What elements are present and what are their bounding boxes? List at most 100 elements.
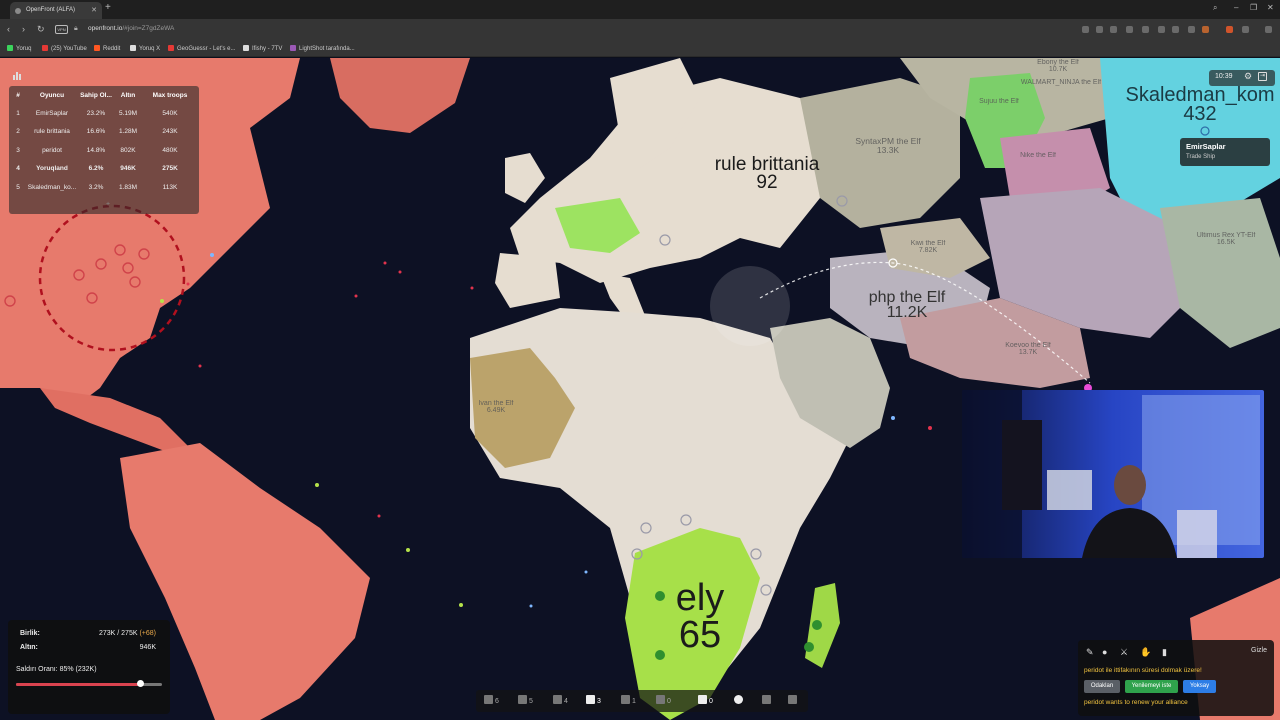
attack-ratio-handle[interactable] — [136, 680, 144, 687]
bookmark-item[interactable]: GeoGuessr - Let's e... — [168, 45, 236, 52]
bookmark-item[interactable]: Yoruq — [7, 45, 31, 52]
streamer-face — [1114, 465, 1146, 505]
extension-icon[interactable] — [1110, 26, 1117, 33]
header-player[interactable]: Oyuncu — [27, 86, 77, 104]
search-tabs-icon[interactable]: ⌕ — [1213, 3, 1217, 13]
profile-avatar-icon[interactable] — [1202, 26, 1209, 33]
map-label-php: php the Elf 11.2K — [840, 289, 974, 320]
rank-cell: 5 — [16, 183, 20, 191]
maximize-icon[interactable]: ❐ — [1250, 3, 1257, 12]
play-icon[interactable] — [1142, 26, 1149, 33]
streamer-webcam — [962, 390, 1264, 558]
download-icon[interactable] — [1172, 26, 1179, 33]
focus-button[interactable]: Odaklan — [1084, 680, 1120, 693]
build-slot-city[interactable]: 6 — [484, 695, 499, 707]
build-slot-atom[interactable] — [734, 695, 745, 707]
hide-events-button[interactable]: Gizle — [1251, 647, 1267, 654]
gold-cell: 802K — [120, 146, 136, 154]
build-slot-missile[interactable]: 1 — [621, 695, 636, 707]
extension-icon[interactable] — [1082, 26, 1089, 33]
city-icon[interactable] — [804, 642, 814, 652]
leaderboard-row[interactable]: 5 Skaledman_ko... 3.2% 1.83M 113K — [9, 178, 199, 197]
reload-icon[interactable]: ↻ — [37, 24, 45, 35]
map-label-name: Ivan the Elf — [478, 400, 514, 407]
url-field[interactable]: openfront.io/#join=Z7gdZeWA — [88, 25, 174, 32]
leaderboard-toggle-icon[interactable] — [12, 70, 22, 80]
exit-game-icon[interactable]: ⇥ — [1258, 72, 1267, 81]
extension-icon[interactable] — [1188, 26, 1195, 33]
build-slot-sam[interactable] — [788, 695, 799, 707]
port-icon — [553, 695, 562, 704]
bookmark-label: Yoruq X — [139, 46, 161, 52]
map-label-ultimus: Ultimus Rex YT-Elf 16.5K — [1196, 232, 1256, 247]
city-icon[interactable] — [812, 620, 822, 630]
browser-tab-bar: OpenFront (ALFA) ✕ + ⌕ – ❐ ✕ — [0, 0, 1280, 19]
vpn-badge[interactable]: VPN — [55, 25, 68, 34]
bookmark-item[interactable]: (25) YouTube — [42, 45, 87, 52]
header-rank[interactable]: # — [9, 86, 27, 104]
close-tab-icon[interactable]: ✕ — [91, 2, 97, 19]
minimize-icon[interactable]: – — [1234, 3, 1238, 12]
header-max-troops[interactable]: Max troops — [141, 86, 199, 104]
build-slot-defense[interactable]: 3 — [586, 695, 601, 707]
back-icon[interactable]: ‹ — [7, 24, 10, 34]
forward-icon[interactable]: › — [22, 24, 25, 34]
troops-value-group: 273K / 275K (+68) — [99, 630, 156, 637]
new-tab-icon[interactable]: + — [105, 2, 111, 13]
tooltip-player: EmirSaplar — [1186, 142, 1226, 151]
request-renewal-button[interactable]: Yenilemeyi iste — [1125, 680, 1178, 693]
header-gold[interactable]: Altın — [115, 86, 141, 104]
game-timer-panel: 10:39 ⚙ ⇥ — [1209, 70, 1275, 86]
build-count: 5 — [529, 698, 533, 705]
bookmark-item[interactable]: Reddit — [94, 45, 120, 52]
menu-icon[interactable] — [1265, 26, 1272, 33]
bookmark-item[interactable]: Ifishy - 7TV — [243, 45, 282, 52]
ignore-button[interactable]: Yoksay — [1183, 680, 1216, 693]
build-slot-warship[interactable]: 0 — [698, 695, 713, 707]
leaderboard-row[interactable]: 2 rule brittania 16.6% 1.28M 243K — [9, 123, 199, 142]
troops-label: Birlik: — [20, 630, 40, 637]
lock-icon[interactable]: 🔒︎ — [74, 25, 78, 33]
close-window-icon[interactable]: ✕ — [1267, 3, 1274, 12]
rank-cell: 3 — [16, 146, 20, 154]
gold-label: Altın: — [20, 644, 38, 651]
bomb-icon[interactable]: ● — [1102, 647, 1107, 657]
bookmark-item[interactable]: Yoruq X — [130, 45, 160, 52]
map-label-name: Nike the Elf — [1020, 152, 1056, 159]
build-slot-factory[interactable]: 5 — [518, 695, 533, 707]
header-owned[interactable]: Sahip Ol... — [77, 86, 115, 104]
sword-icon[interactable]: ⚔ — [1120, 647, 1128, 658]
map-label-walmart: WALMART_NINJA the Elf — [1016, 79, 1106, 86]
build-slot-port[interactable]: 4 — [553, 695, 568, 707]
leaderboard-expand-button[interactable]: + — [106, 201, 110, 208]
bookmark-item[interactable]: LightShot tarafında... — [290, 45, 355, 52]
troops-cell: 243K — [162, 128, 178, 136]
owned-cell: 23.2% — [86, 109, 106, 117]
extension-icon[interactable] — [1126, 26, 1133, 33]
heart-icon[interactable] — [1158, 26, 1165, 33]
leaderboard-row-self[interactable]: 4 Yoruqland 6.2% 946K 275K — [9, 160, 199, 179]
chat-icon[interactable]: ▮ — [1162, 647, 1167, 658]
leaderboard-row[interactable]: 3 peridot 14.8% 802K 480K — [9, 141, 199, 160]
leaderboard-row[interactable]: 1 EmirSaplar 23.2% 5.19M 540K — [9, 104, 199, 123]
attack-ratio-slider[interactable] — [16, 680, 162, 687]
map-label-value: 13.3K — [876, 144, 900, 155]
brave-icon[interactable] — [1226, 26, 1233, 33]
pencil-icon[interactable]: ✎ — [1086, 647, 1094, 658]
game-stage: OpenFront (ALFA) ✕ + ⌕ – ❐ ✕ ‹ › ↻ VPN 🔒… — [0, 0, 1280, 720]
extension-icon[interactable] — [1096, 26, 1103, 33]
map-label-nike: Nike the Elf — [1010, 152, 1066, 159]
player-name-cell: peridot — [42, 146, 62, 154]
handshake-icon[interactable]: ✋ — [1140, 647, 1151, 658]
settings-gear-icon[interactable]: ⚙ — [1244, 71, 1252, 82]
gold-cell: 1.83M — [118, 183, 138, 191]
build-slot-trophy[interactable] — [762, 695, 773, 707]
shield-icon[interactable] — [1242, 26, 1249, 33]
shelf — [1047, 470, 1092, 510]
build-count: 4 — [564, 698, 568, 705]
browser-tab[interactable]: OpenFront (ALFA) ✕ — [10, 2, 102, 19]
wall-poster — [1002, 420, 1042, 510]
map-label-sujuu: Sujuu the Elf — [970, 98, 1028, 105]
build-slot-silo[interactable]: 0 — [656, 695, 671, 707]
rank-cell: 1 — [16, 109, 20, 117]
